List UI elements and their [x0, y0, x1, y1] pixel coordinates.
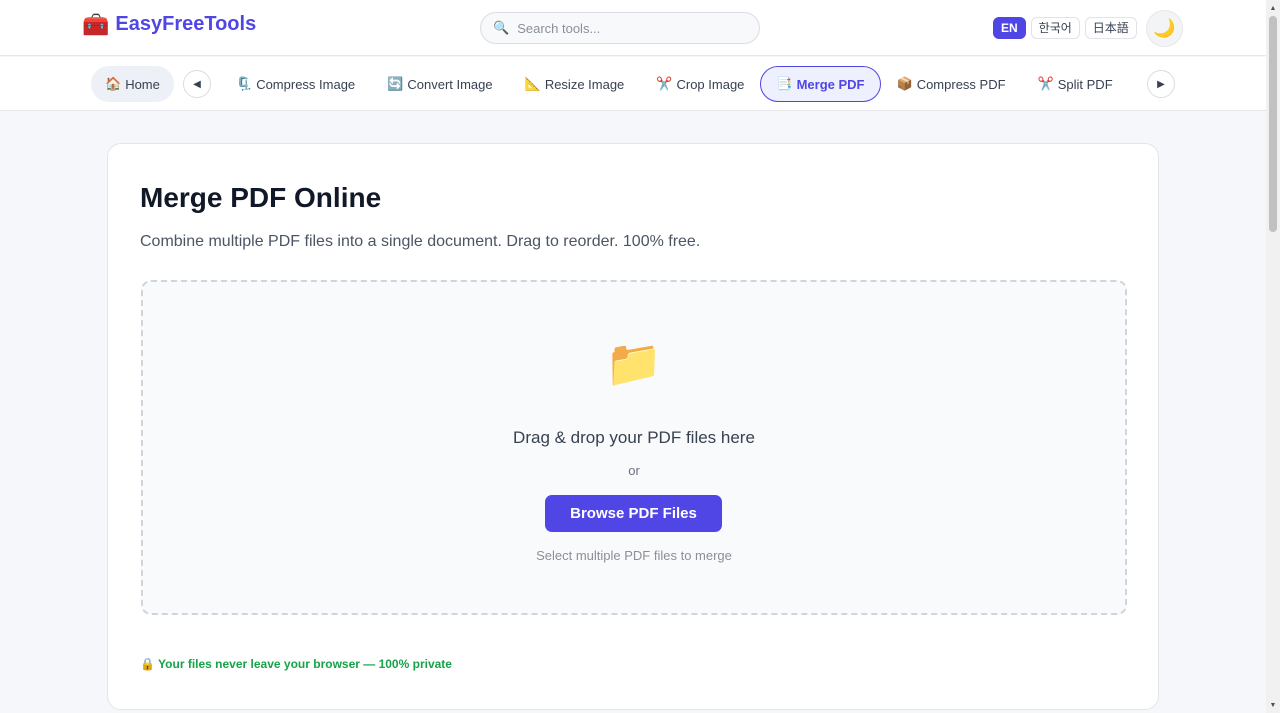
tab-split-pdf[interactable]: ✂️ Split PDF — [1022, 66, 1129, 102]
clamp-icon: 🗜️ — [236, 76, 253, 91]
tab-label: Compress Image — [256, 76, 356, 92]
site-logo[interactable]: 🧰 EasyFreeTools — [82, 13, 256, 36]
tab-label: Resize Image — [544, 76, 625, 92]
tab-partially-hidden[interactable]: 📄 — [1129, 66, 1146, 102]
nav-home-button[interactable]: 🏠 Home — [91, 66, 174, 102]
tab-merge-pdf[interactable]: 📑 Merge PDF — [760, 66, 881, 102]
tool-card: Merge PDF Online Combine multiple PDF fi… — [107, 143, 1159, 710]
moon-icon: 🌙 — [1153, 18, 1176, 38]
lang-ko-button[interactable]: 한국어 — [1030, 17, 1080, 39]
file-dropzone[interactable]: 📁 Drag & drop your PDF files here or Bro… — [141, 280, 1127, 615]
tab-label: Compress PDF — [916, 76, 1006, 92]
page-description: Combine multiple PDF files into a single… — [140, 233, 701, 250]
tab-label: Merge PDF — [796, 76, 865, 92]
nav-home-label: Home — [125, 76, 160, 92]
lang-en-button[interactable]: EN — [993, 17, 1026, 39]
tab-crop-image[interactable]: ✂️ Crop Image — [640, 66, 760, 102]
chevron-right-icon: ▶ — [1157, 78, 1165, 90]
browse-files-button[interactable]: Browse PDF Files — [545, 495, 722, 532]
scroll-thumb[interactable] — [1269, 16, 1277, 232]
search-icon: 🔍 — [493, 20, 510, 35]
scroll-up-icon[interactable]: ▲ — [1266, 1, 1280, 15]
tab-label: Convert Image — [407, 76, 493, 92]
dropzone-hint: Select multiple PDF files to merge — [536, 548, 732, 563]
lang-ja-button[interactable]: 日本語 — [1084, 17, 1137, 39]
convert-icon: 🔄 — [387, 76, 404, 91]
privacy-note: 🔒 Your files never leave your browser — … — [140, 657, 452, 671]
tab-resize-image[interactable]: 📐 Resize Image — [509, 66, 641, 102]
document-stack-icon: 📑 — [776, 76, 793, 91]
nav-prev-button[interactable]: ◀ — [183, 70, 211, 98]
dropzone-or: or — [628, 463, 640, 478]
site-name: EasyFreeTools — [115, 13, 257, 35]
nav-tabs-scroller[interactable]: 🗜️ Compress Image 🔄 Convert Image 📐 Resi… — [220, 66, 1146, 102]
theme-toggle-button[interactable]: 🌙 — [1146, 10, 1183, 47]
toolbox-icon: 🧰 — [82, 11, 110, 37]
page-scrollbar[interactable]: ▲ ▼ — [1266, 0, 1280, 713]
scissors-icon: ✂️ — [1037, 76, 1054, 91]
ruler-icon: 📐 — [524, 76, 541, 91]
page-title: Merge PDF Online — [140, 182, 382, 213]
search-box[interactable]: 🔍 — [480, 12, 760, 44]
document-icon: 📄 — [1145, 76, 1146, 92]
home-icon: 🏠 — [105, 76, 122, 91]
folder-icon: 📁 — [605, 337, 663, 389]
package-icon: 📦 — [896, 76, 913, 91]
nav-next-button[interactable]: ▶ — [1147, 70, 1175, 98]
search-input[interactable] — [517, 20, 738, 36]
tab-compress-image[interactable]: 🗜️ Compress Image — [220, 66, 371, 102]
dropzone-title: Drag & drop your PDF files here — [513, 428, 755, 447]
top-header: 🧰 EasyFreeTools 🔍 EN 한국어 日本語 🌙 — [0, 0, 1266, 56]
tab-convert-image[interactable]: 🔄 Convert Image — [371, 66, 508, 102]
tab-label: Crop Image — [676, 76, 745, 92]
language-switcher: EN 한국어 日本語 — [993, 17, 1137, 39]
tab-label: Split PDF — [1057, 76, 1113, 92]
chevron-left-icon: ◀ — [193, 78, 201, 90]
tab-compress-pdf[interactable]: 📦 Compress PDF — [881, 66, 1022, 102]
tool-nav: 🏠 Home ◀ 🗜️ Compress Image 🔄 Convert Ima… — [0, 57, 1266, 111]
scissors-icon: ✂️ — [656, 76, 673, 91]
scroll-down-icon[interactable]: ▼ — [1266, 698, 1280, 712]
